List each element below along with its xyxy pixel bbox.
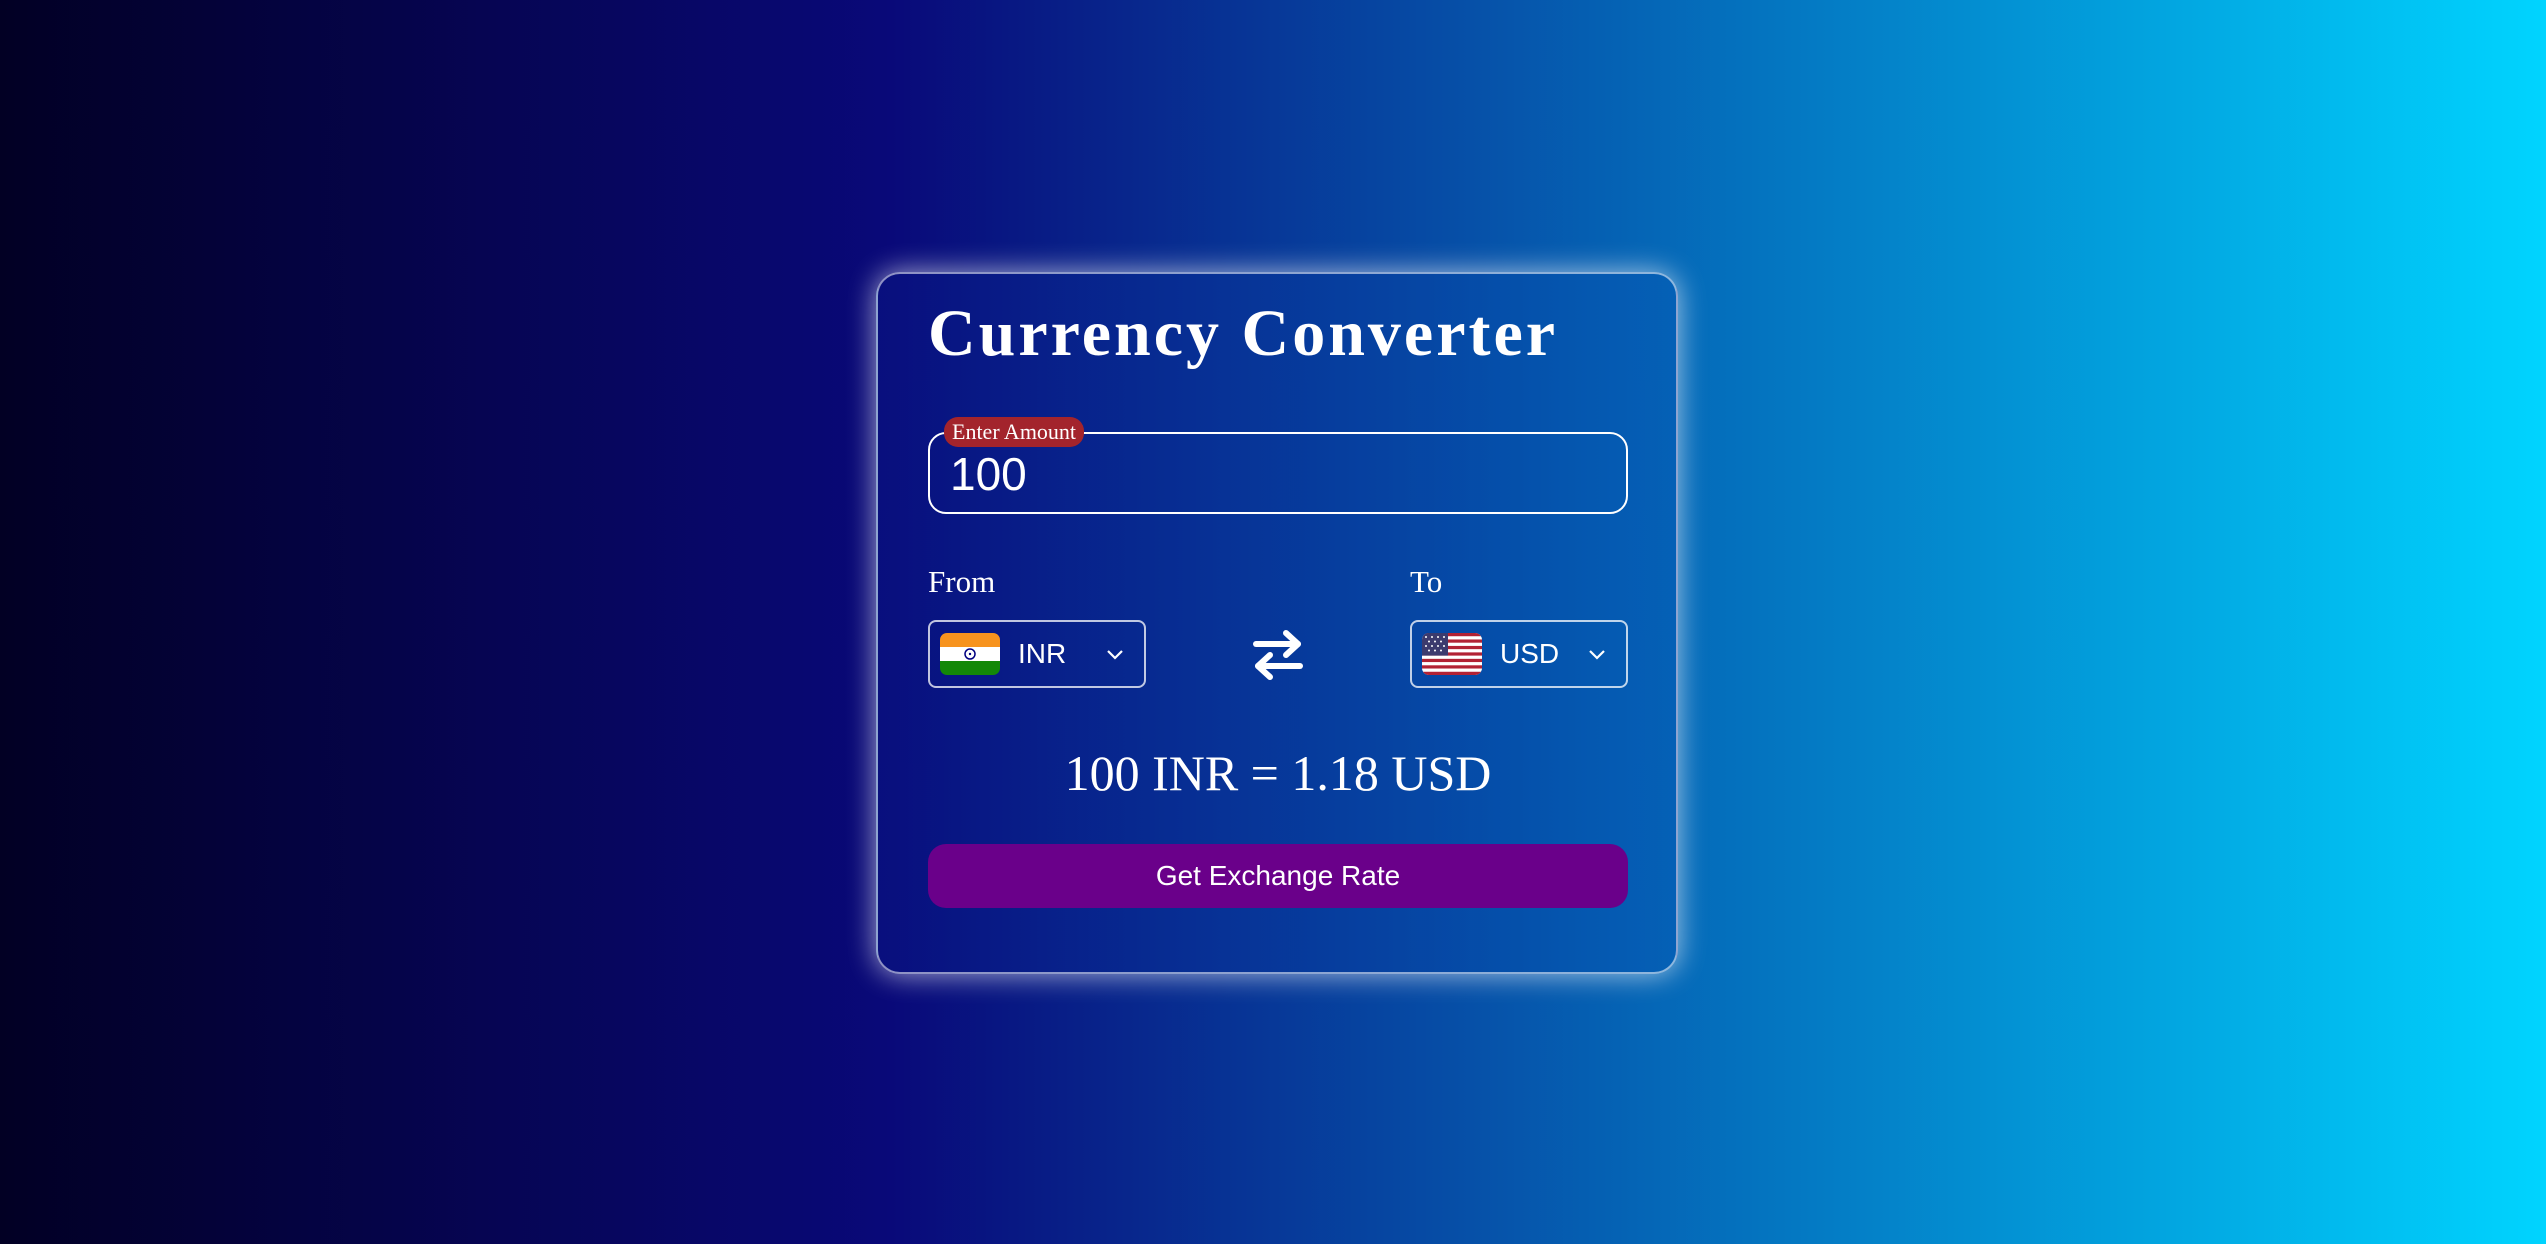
usa-flag-icon bbox=[1422, 633, 1482, 675]
to-label: To bbox=[1410, 564, 1443, 599]
amount-input[interactable] bbox=[950, 446, 1610, 502]
chevron-down-icon bbox=[1102, 641, 1128, 667]
from-label: From bbox=[928, 564, 996, 599]
get-exchange-rate-button[interactable]: Get Exchange Rate bbox=[928, 844, 1628, 908]
page-title: Currency Converter bbox=[928, 297, 1559, 370]
swap-arrows-icon[interactable] bbox=[1248, 624, 1308, 684]
from-currency-select[interactable]: INR bbox=[928, 620, 1146, 688]
converter-card: Currency Converter Enter Amount From INR bbox=[876, 272, 1678, 974]
to-currency-code: USD bbox=[1500, 638, 1560, 669]
india-flag-icon bbox=[940, 633, 1000, 675]
chevron-down-icon bbox=[1584, 641, 1610, 667]
from-currency-code: INR bbox=[1018, 638, 1067, 669]
amount-field[interactable]: Enter Amount bbox=[928, 417, 1628, 514]
to-currency-select[interactable]: USD bbox=[1410, 620, 1628, 688]
exchange-result: 100 INR = 1.18 USD bbox=[1064, 745, 1492, 801]
amount-label: Enter Amount bbox=[944, 417, 1085, 447]
